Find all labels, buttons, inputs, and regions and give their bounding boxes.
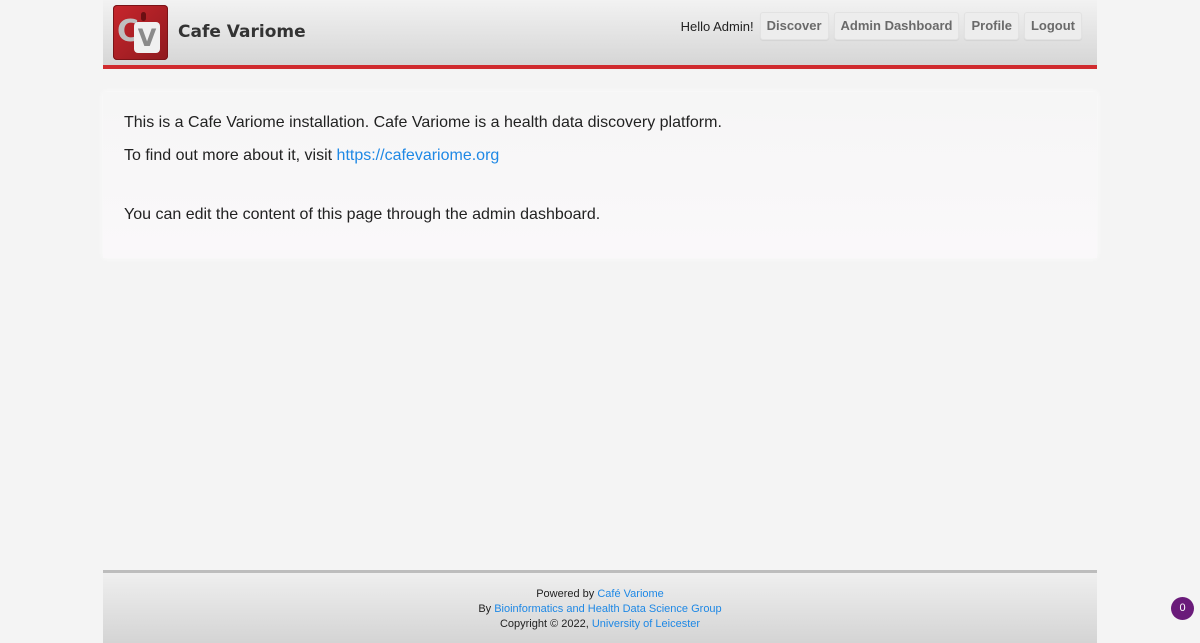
footer-powered-by: Powered by Café Variome [103, 587, 1097, 602]
footer-by-group: By Bioinformatics and Health Data Scienc… [103, 602, 1097, 617]
greeting-text: Hello Admin! [680, 18, 754, 34]
nav-profile-button[interactable]: Profile [964, 12, 1019, 40]
nav-menu: Hello Admin! Discover Admin Dashboard Pr… [681, 12, 1082, 40]
notification-count-badge[interactable]: 0 [1171, 597, 1194, 620]
intro-paragraph: This is a Cafe Variome installation. Caf… [124, 114, 722, 131]
cafe-variome-logo[interactable]: C V [113, 5, 168, 60]
cafevariome-link[interactable]: https://cafevariome.org [337, 147, 500, 164]
copyright-text: Copyright © 2022, [499, 618, 592, 630]
nav-discover-button[interactable]: Discover [759, 12, 829, 40]
cafe-variome-footer-link[interactable]: Café Variome [597, 588, 663, 600]
powered-by-text: Powered by [536, 588, 598, 600]
footer-copyright: Copyright © 2022, University of Leiceste… [103, 617, 1097, 632]
app-name[interactable]: Cafe Variome [178, 22, 306, 42]
find-out-text: To find out more about it, visit [124, 147, 337, 164]
find-out-paragraph: To find out more about it, visit https:/… [124, 147, 499, 165]
by-text: By [478, 603, 495, 615]
logo-letter-v: V [134, 22, 160, 53]
top-navbar: C V Cafe Variome Hello Admin! Discover A… [103, 0, 1097, 69]
bioinformatics-group-link[interactable]: Bioinformatics and Health Data Science G… [494, 603, 721, 615]
logo-dot [141, 12, 146, 21]
nav-admin-dashboard-button[interactable]: Admin Dashboard [833, 12, 960, 40]
university-of-leicester-link[interactable]: University of Leicester [592, 618, 700, 630]
main-content-panel: This is a Cafe Variome installation. Caf… [103, 92, 1097, 258]
edit-paragraph: You can edit the content of this page th… [124, 206, 601, 223]
nav-logout-button[interactable]: Logout [1023, 12, 1082, 40]
page-footer: Powered by Café Variome By Bioinformatic… [103, 570, 1097, 643]
